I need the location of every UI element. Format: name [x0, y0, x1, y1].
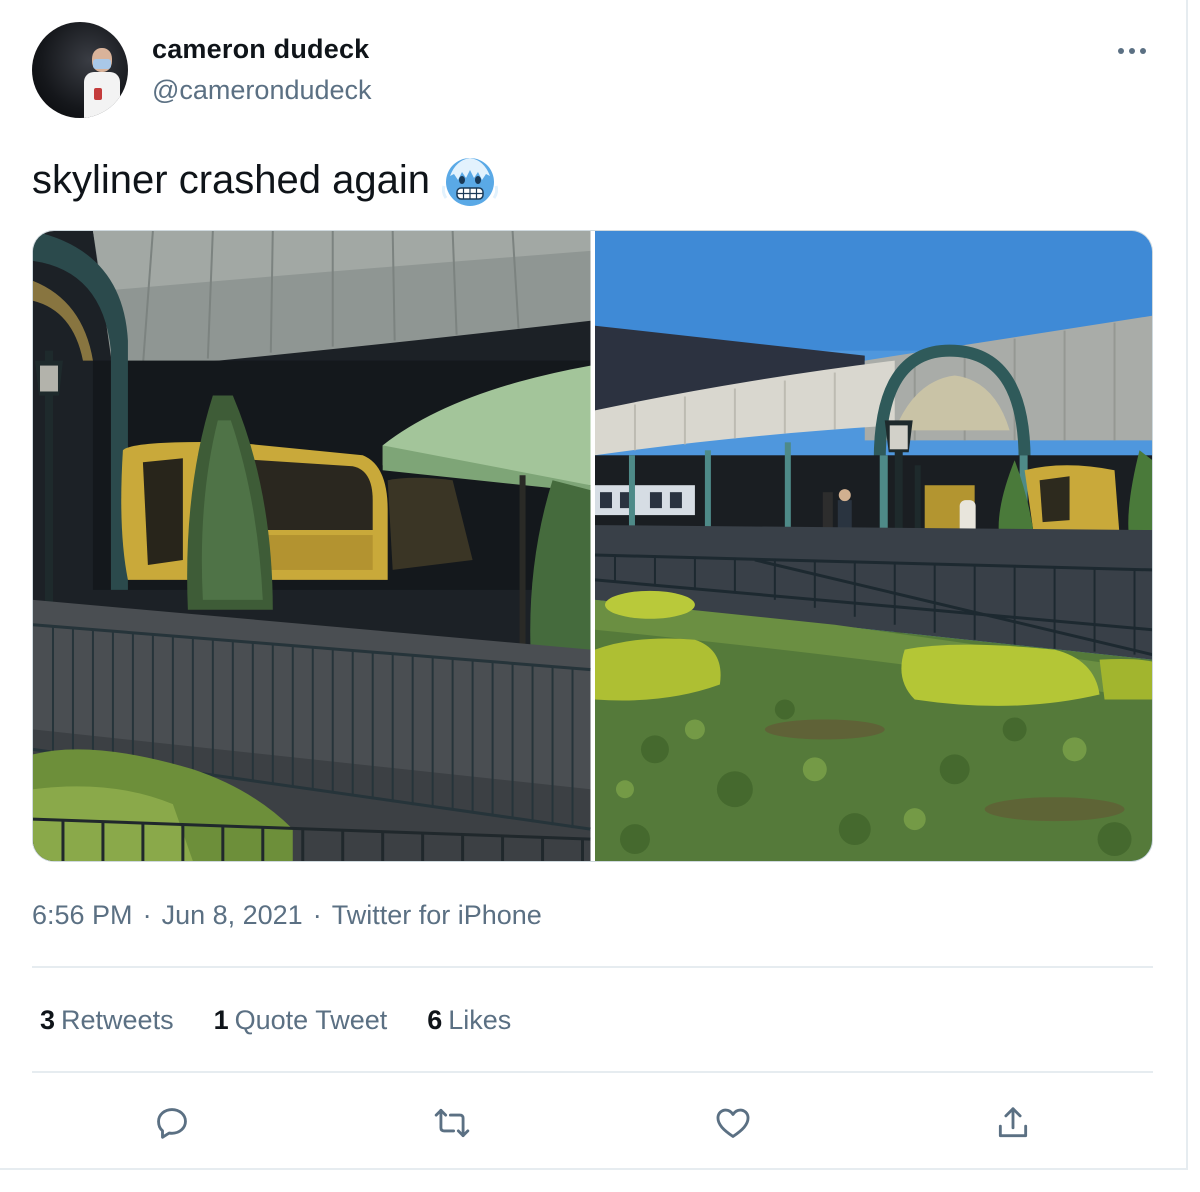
avatar[interactable]	[32, 22, 128, 118]
retweet-icon	[435, 1108, 470, 1138]
like-button[interactable]	[708, 1098, 758, 1148]
tweet-meta: 6:56 PM · Jun 8, 2021 · Twitter for iPho…	[32, 900, 542, 931]
quotes-count: 1	[213, 1005, 229, 1035]
meta-separator: ·	[312, 900, 322, 930]
author-handle[interactable]: @camerondudeck	[152, 75, 372, 106]
reply-button[interactable]	[147, 1098, 197, 1148]
meta-separator: ·	[142, 900, 152, 930]
tweet-header: cameron dudeck @camerondudeck	[32, 22, 1160, 122]
author-names: cameron dudeck @camerondudeck	[152, 34, 372, 106]
tweet-date[interactable]: Jun 8, 2021	[162, 900, 303, 931]
retweets-label: Retweets	[61, 1005, 174, 1035]
column-divider	[1186, 0, 1188, 1170]
quote-tweets-stat[interactable]: 1 Quote Tweet	[214, 1005, 388, 1036]
quotes-label: Quote Tweet	[234, 1005, 388, 1035]
tweet-source[interactable]: Twitter for iPhone	[332, 900, 542, 931]
tweet-stats: 3 Retweets 1 Quote Tweet 6 Likes	[40, 1005, 511, 1036]
avatar-person	[84, 48, 120, 118]
more-dots-icon[interactable]	[1114, 36, 1150, 66]
cold-face-emoji	[441, 152, 499, 208]
tweet-text-content: skyliner crashed again	[32, 157, 430, 202]
photo-left[interactable]	[33, 231, 591, 861]
divider	[32, 1071, 1153, 1073]
likes-count: 6	[427, 1005, 443, 1035]
bottom-divider	[0, 1168, 1188, 1170]
tweet-actions	[32, 1098, 1153, 1148]
author-display-name[interactable]: cameron dudeck	[152, 34, 372, 65]
tweet-card: cameron dudeck @camerondudeck skyliner c…	[0, 0, 1200, 1192]
divider	[32, 966, 1153, 968]
share-icon	[998, 1107, 1027, 1138]
likes-stat[interactable]: 6 Likes	[427, 1005, 511, 1036]
tweet-text: skyliner crashed again	[32, 152, 499, 208]
reply-icon	[157, 1108, 188, 1139]
retweets-count: 3	[40, 1005, 56, 1035]
tweet-time[interactable]: 6:56 PM	[32, 900, 133, 931]
likes-label: Likes	[448, 1005, 512, 1035]
retweets-stat[interactable]: 3 Retweets	[40, 1005, 174, 1036]
photo-right[interactable]	[594, 231, 1152, 861]
like-icon	[716, 1108, 750, 1138]
tweet-media[interactable]	[32, 230, 1153, 862]
retweet-button[interactable]	[427, 1098, 477, 1148]
share-button[interactable]	[988, 1098, 1038, 1148]
